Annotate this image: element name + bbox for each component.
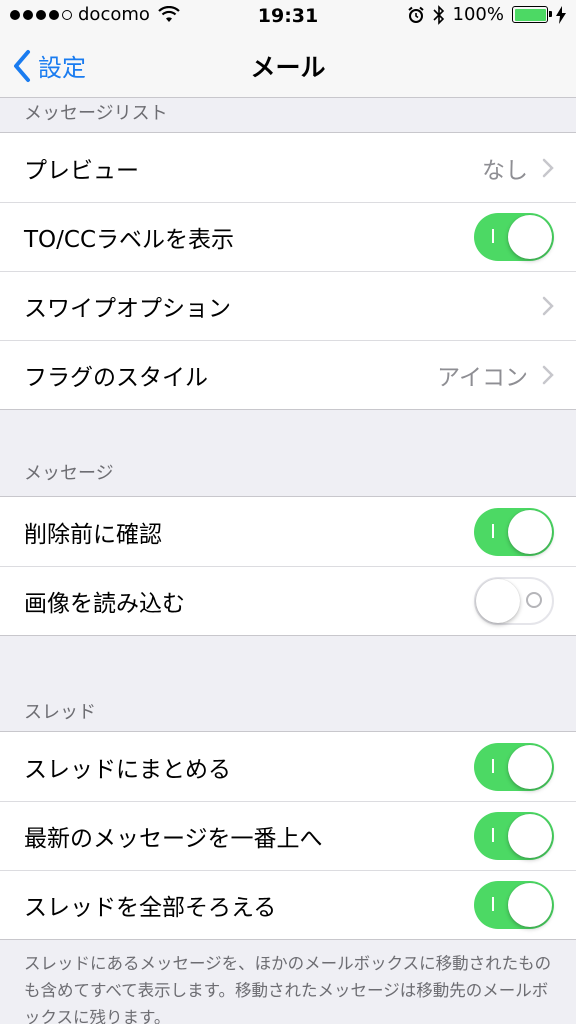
row-organize-by-thread: スレッドにまとめる [0, 732, 576, 801]
row-label: スレッドにまとめる [24, 756, 231, 783]
organize-by-thread-toggle[interactable] [474, 742, 554, 791]
row-label: TO/CCラベルを表示 [24, 226, 235, 253]
bluetooth-icon [432, 4, 444, 25]
row-show-to-cc-label: TO/CCラベルを表示 [0, 202, 576, 271]
section-header-message-list: メッセージリスト [24, 103, 168, 124]
row-label: スレッドを全部そろえる [24, 894, 277, 921]
navigation-bar: 設定 メール [0, 34, 576, 98]
row-preview[interactable]: プレビュー なし [0, 133, 576, 202]
row-confirm-before-delete: 削除前に確認 [0, 497, 576, 566]
row-label: プレビュー [24, 157, 139, 184]
row-value: なし [482, 157, 528, 184]
group-threads: スレッドにまとめる 最新のメッセージを一番上へ スレッドを全部そろえる [0, 731, 576, 940]
alarm-icon [407, 6, 424, 23]
most-recent-on-top-toggle[interactable] [474, 811, 554, 860]
row-value: アイコン [437, 364, 528, 391]
group-messages: 削除前に確認 画像を読み込む [0, 496, 576, 636]
section-header-threads: スレッド [24, 702, 96, 723]
confirm-delete-toggle[interactable] [474, 507, 554, 556]
settings-list: メッセージリスト プレビュー なし TO/CCラベルを表示 スワイプオプション … [0, 98, 576, 1024]
page-title: メール [250, 53, 326, 82]
row-label: フラグのスタイル [24, 364, 208, 391]
row-complete-threads: スレッドを全部そろえる [0, 870, 576, 939]
chevron-right-icon [542, 296, 554, 315]
chevron-right-icon [542, 365, 554, 384]
row-label: スワイプオプション [24, 295, 231, 322]
row-most-recent-on-top: 最新のメッセージを一番上へ [0, 801, 576, 870]
chevron-right-icon [542, 158, 554, 177]
battery-icon [512, 6, 552, 23]
row-label: 削除前に確認 [24, 521, 162, 548]
complete-threads-toggle[interactable] [474, 880, 554, 929]
row-flag-style[interactable]: フラグのスタイル アイコン [0, 340, 576, 409]
row-label: 最新のメッセージを一番上へ [24, 825, 323, 852]
row-load-images: 画像を読み込む [0, 566, 576, 635]
row-label: 画像を読み込む [24, 590, 185, 617]
status-right: 100% [407, 4, 566, 25]
battery-percent: 100% [452, 4, 504, 25]
threads-footer-note: スレッドにあるメッセージを、ほかのメールボックスに移動されたものも含めてすべて表… [24, 954, 552, 1024]
load-images-toggle[interactable] [474, 576, 554, 625]
status-bar: docomo 19:31 100% [0, 0, 576, 34]
row-swipe-options[interactable]: スワイプオプション [0, 271, 576, 340]
section-header-messages: メッセージ [24, 463, 114, 484]
group-message-list: プレビュー なし TO/CCラベルを表示 スワイプオプション フラグのスタイル … [0, 132, 576, 410]
charging-icon [556, 5, 566, 24]
to-cc-label-toggle[interactable] [474, 212, 554, 261]
